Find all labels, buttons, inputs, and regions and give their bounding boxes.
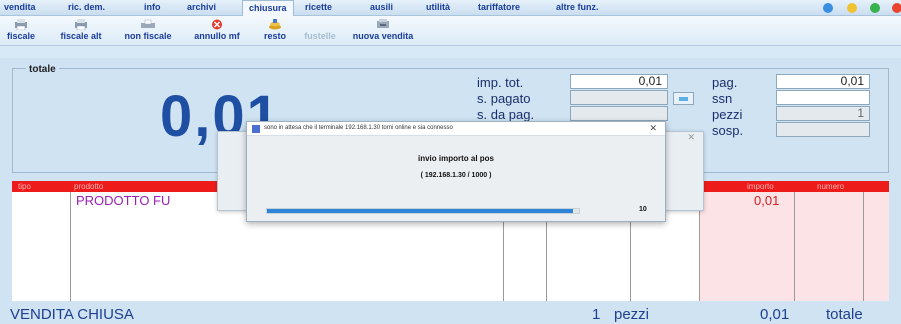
column-divider (863, 192, 864, 301)
s-da-pag-field[interactable] (570, 106, 668, 121)
progress-fill (267, 209, 573, 213)
header-prodotto: prodotto (74, 182, 104, 191)
background-dialog-close-icon[interactable]: ✕ (687, 132, 695, 143)
menu-archivi[interactable]: archivi (187, 2, 216, 12)
menu-chiusura[interactable]: chiusura (242, 0, 294, 16)
help-icon[interactable] (823, 3, 833, 13)
ssn-field[interactable] (776, 90, 870, 105)
toolbar: fiscale fiscale alt non fiscale annullo … (0, 16, 901, 46)
dialog-titlebar: sono in attesa che il terminale 192.168.… (247, 122, 665, 136)
header-tipo: tipo (18, 182, 31, 191)
numero-column (795, 192, 863, 301)
s-pagato-label: s. pagato (477, 91, 531, 106)
header-importo: importo (747, 182, 774, 191)
annullo-mf-button[interactable]: annullo mf (186, 19, 248, 41)
maximize-icon[interactable] (870, 3, 880, 13)
close-icon[interactable] (892, 3, 901, 13)
fiscale-alt-button[interactable]: fiscale alt (52, 19, 110, 41)
printer-icon (75, 19, 87, 30)
menu-ricette[interactable]: ricette (305, 2, 332, 12)
pezzi-field: 1 (776, 106, 870, 121)
progress-bar (266, 208, 580, 214)
column-divider (794, 192, 795, 301)
menu-info[interactable]: info (144, 2, 161, 12)
progress-number: 10 (639, 206, 647, 213)
menu-bar: vendita ric. dem. info archivi chiusura … (0, 0, 901, 16)
new-sale-icon (377, 19, 389, 28)
imp-tot-field[interactable]: 0,01 (570, 74, 668, 89)
toolbar-strip (0, 46, 901, 58)
pos-wait-dialog: sono in attesa che il terminale 192.168.… (246, 121, 666, 222)
header-numero: numero (817, 182, 845, 191)
status-total-value: 0,01 (760, 306, 790, 323)
menu-ausili[interactable]: ausili (370, 2, 393, 12)
receipt-printer-icon (141, 19, 155, 28)
ssn-label: ssn (712, 91, 733, 106)
menu-vendita[interactable]: vendita (4, 2, 36, 12)
menu-altre-funz[interactable]: altre funz. (556, 2, 599, 12)
row-importo: 0,01 (754, 193, 780, 208)
dialog-message: invio importo al pos (417, 154, 494, 163)
importo-column (699, 192, 794, 301)
pezzi-label: pezzi (712, 107, 743, 122)
sosp-label: sosp. (712, 123, 744, 138)
app-icon (252, 125, 260, 133)
menu-utilita[interactable]: utilità (426, 2, 450, 12)
fustelle-button[interactable]: fustelle (300, 19, 340, 41)
column-divider (70, 192, 71, 301)
resto-button[interactable]: resto (258, 19, 292, 41)
s-pagato-button[interactable] (673, 92, 694, 105)
menu-ric-dem[interactable]: ric. dem. (68, 2, 105, 12)
s-da-pag-label: s. da pag. (477, 107, 535, 122)
s-pagato-field[interactable] (570, 90, 668, 105)
dialog-detail: ( 192.168.1.30 / 1000 ) (420, 172, 492, 179)
non-fiscale-button[interactable]: non fiscale (116, 19, 180, 41)
menu-tariffatore[interactable]: tariffatore (478, 2, 520, 12)
extra-column (864, 192, 889, 301)
nuova-vendita-button[interactable]: nuova vendita (344, 19, 422, 41)
pieces-label: pezzi (614, 306, 650, 323)
imp-tot-label: imp. tot. (477, 75, 524, 90)
fustelle-icon (312, 19, 328, 30)
printer-icon (15, 19, 27, 30)
pag-field[interactable]: 0,01 (776, 74, 870, 89)
pag-label: pag. (712, 75, 738, 90)
totals-legend: totale (26, 64, 59, 75)
sosp-field[interactable] (776, 122, 870, 137)
pieces-count: 1 (592, 306, 601, 323)
coins-icon (269, 19, 281, 30)
status-total-label: totale (826, 306, 863, 323)
fiscale-button[interactable]: fiscale (1, 19, 41, 41)
minus-icon (679, 97, 688, 101)
dialog-close-icon[interactable]: ✕ (649, 123, 657, 134)
sale-status: VENDITA CHIUSA (10, 306, 134, 323)
cancel-icon (212, 19, 222, 30)
dialog-title: sono in attesa che il terminale 192.168.… (264, 125, 453, 131)
minimize-icon[interactable] (847, 3, 857, 13)
row-prodotto[interactable]: PRODOTTO FU (76, 193, 170, 208)
